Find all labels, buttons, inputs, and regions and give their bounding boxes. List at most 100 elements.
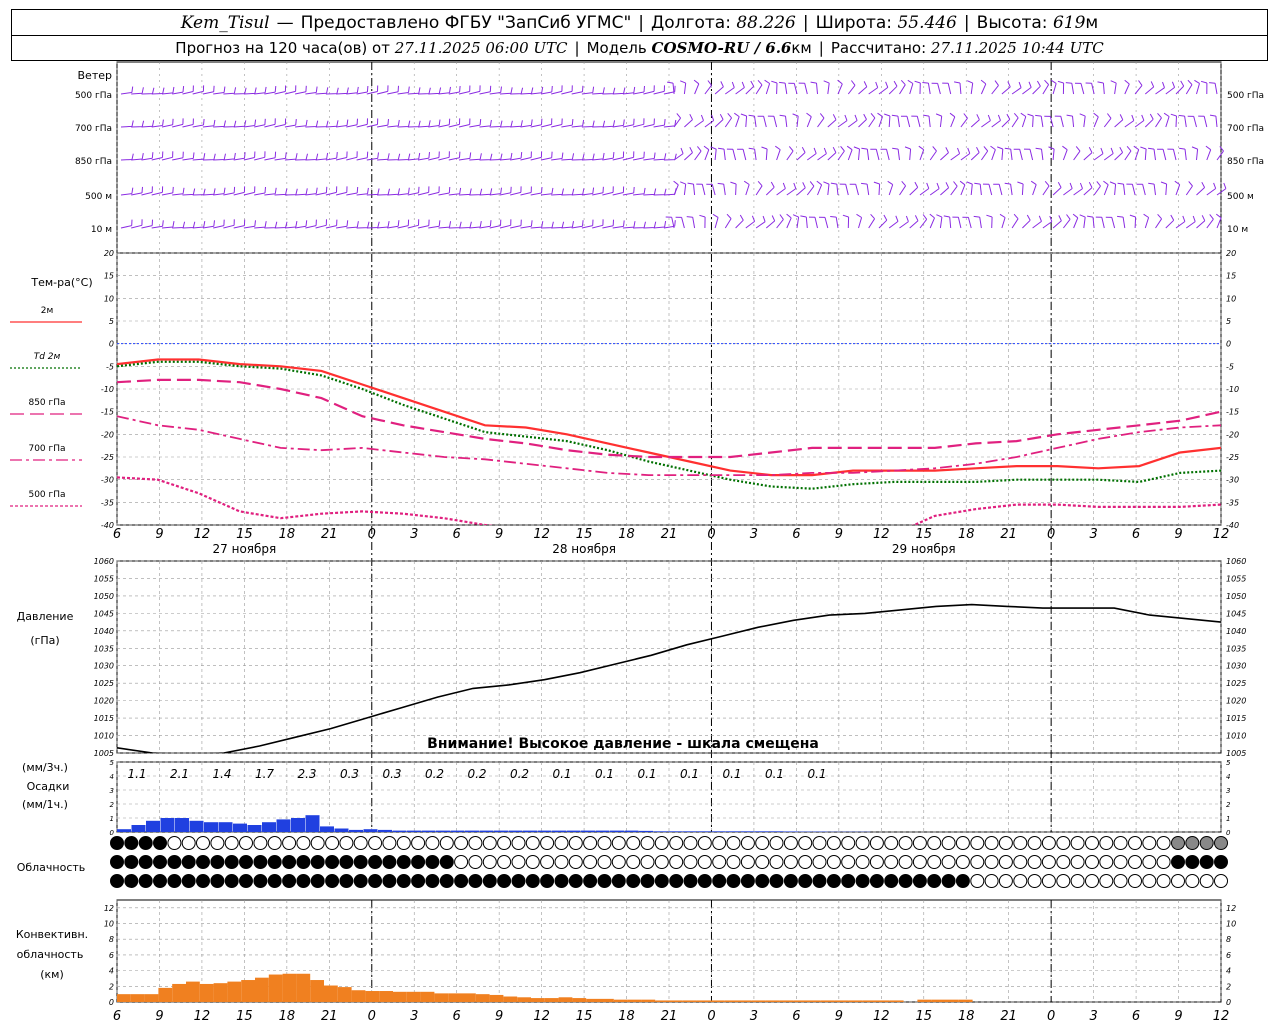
cloud-circle (726, 836, 741, 850)
cloud-circle (181, 836, 196, 850)
cloud-circle (153, 836, 167, 850)
conv-title-1: Конвективн. (16, 928, 88, 941)
wind-barb (448, 151, 461, 161)
conv-tick-left: 2 (109, 982, 114, 991)
time-tick-bottom: 21 (321, 1009, 338, 1024)
pressure-tick-right: 1010 (1226, 732, 1246, 741)
cloud-circle (396, 855, 411, 869)
conv-title-2: облачность (17, 948, 84, 961)
cloud-circle (1070, 836, 1085, 850)
pressure-unit: (гПа) (30, 634, 59, 647)
cloud-circle (611, 855, 626, 869)
cloud-circle (1056, 855, 1071, 869)
wind-barb (1134, 114, 1145, 128)
cloud-circle (439, 855, 454, 869)
precip-3h-sum: 0.2 (510, 767, 529, 781)
wind-barb (161, 221, 175, 229)
precip-bar (668, 831, 682, 832)
wind-barb (1144, 113, 1154, 128)
cloud-circle (869, 874, 884, 888)
wind-barb (949, 112, 956, 128)
conv-tick-right: 2 (1226, 982, 1231, 991)
cloud-circle (884, 855, 899, 869)
cloud-circle (1085, 874, 1099, 888)
wind-barb (735, 214, 744, 229)
wind-barb (264, 187, 277, 196)
cloud-circle (568, 855, 583, 869)
wind-barb (612, 220, 625, 229)
precip-tick-right: 2 (1226, 801, 1231, 809)
wind-barb (1079, 113, 1086, 128)
wind-barb (520, 151, 532, 161)
wind-barb (725, 81, 735, 95)
cloud-circle (697, 855, 712, 869)
wind-barb (954, 81, 962, 95)
wind-barb (776, 182, 786, 196)
wind-barb (192, 118, 205, 128)
wind-barb (735, 81, 745, 95)
cloud-circle (1185, 855, 1200, 869)
wind-barb (817, 147, 827, 161)
cloud-circle (540, 874, 555, 888)
conv-bar (310, 980, 324, 1002)
wind-barb (172, 151, 184, 161)
wind-barb (499, 87, 513, 95)
precip-bar (523, 830, 537, 832)
wind-barb (1191, 146, 1199, 161)
cloud-circle (196, 855, 210, 869)
cloud-circle (998, 855, 1013, 869)
wind-barb (120, 86, 134, 95)
wind-barb (120, 153, 134, 161)
wind-barb (356, 151, 369, 161)
wind-barb (703, 145, 710, 161)
cloud-circle (468, 836, 483, 850)
cloud-circle (769, 855, 784, 869)
pressure-tick-right: 1045 (1226, 609, 1246, 618)
precip-tick-left: 2 (110, 801, 115, 809)
wind-barb (919, 214, 928, 229)
cloud-circle (1199, 836, 1214, 850)
cloud-circle (855, 836, 870, 850)
wind-barb (182, 85, 194, 95)
wind-barb (1215, 213, 1222, 229)
cloud-circle (210, 874, 225, 888)
wind-barb (161, 186, 174, 196)
wind-barb (612, 151, 625, 161)
wind-barb (643, 118, 655, 128)
cloud-circle (181, 855, 196, 869)
precip-bar (262, 822, 276, 832)
conv-bar (945, 999, 959, 1002)
temp-title: Тем-ра(°C) (30, 276, 92, 289)
wind-barb (632, 151, 645, 161)
conv-bar (296, 973, 311, 1002)
cloud-circle (669, 874, 684, 888)
cloud-circle (640, 855, 655, 869)
wind-barb (929, 182, 940, 196)
wind-barb (581, 219, 594, 229)
precip-tick-right: 1 (1226, 815, 1230, 823)
conv-bar (475, 994, 490, 1002)
conv-bar (448, 993, 462, 1002)
wind-barb (981, 114, 991, 128)
wind-barb (1017, 181, 1024, 196)
wind-barb (325, 219, 338, 229)
conv-tick-left: 0 (109, 998, 114, 1007)
precip-bar (218, 822, 233, 832)
cloud-circle (898, 836, 913, 850)
cloud-circle (1113, 836, 1128, 850)
cloud-circle (740, 855, 755, 869)
wind-barb (632, 118, 645, 128)
conv-bar (848, 1000, 863, 1002)
wind-barb (935, 113, 943, 128)
wind-barb (530, 151, 543, 161)
cloud-circle (224, 855, 239, 869)
cloud-circle (941, 874, 956, 888)
temp-legend-label: 2м (41, 306, 54, 316)
wind-barb (816, 180, 823, 196)
cloud-circle (396, 874, 411, 888)
precip-bar (160, 818, 175, 832)
cloud-circle (769, 874, 784, 888)
wind-barb (936, 214, 943, 229)
cloud-circle (153, 874, 167, 888)
pressure-tick-left: 1030 (94, 662, 114, 671)
